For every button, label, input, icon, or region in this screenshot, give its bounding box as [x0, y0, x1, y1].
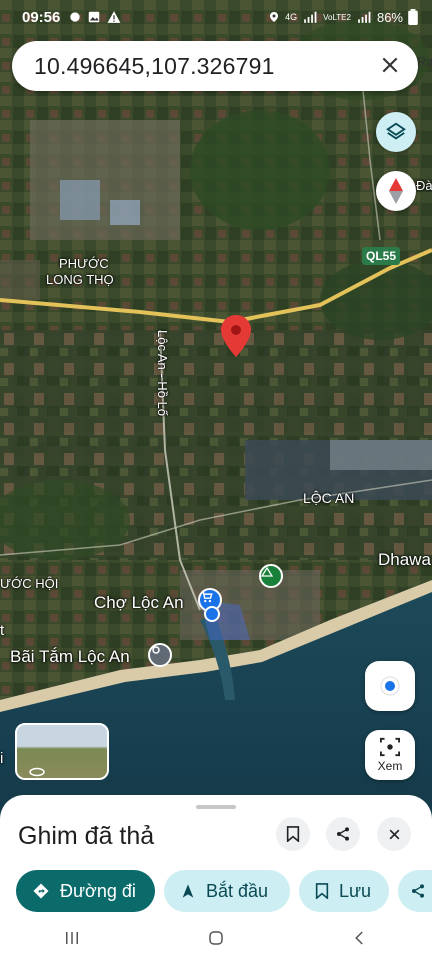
place-photo-thumbnail[interactable]: [15, 723, 109, 780]
map-label-phuoc: PHƯỚC: [59, 256, 109, 271]
share-icon: [337, 827, 349, 841]
my-location-button[interactable]: [365, 661, 415, 711]
signal-2-icon: [358, 11, 371, 23]
signal-icon: [304, 11, 317, 23]
sheet-drag-handle[interactable]: [196, 805, 236, 809]
map-label-loc-an: LỘC AN: [303, 490, 355, 506]
current-location-dot: [204, 606, 220, 622]
gallery-icon: [89, 11, 100, 23]
poi-label-cho-loc-an[interactable]: Chợ Lộc An: [94, 593, 184, 613]
highway-shield-ql55: QL55: [362, 247, 401, 265]
save-label: Lưu: [339, 880, 372, 901]
street-view-icon: [380, 737, 400, 757]
save-button[interactable]: Lưu: [299, 870, 389, 912]
back-icon[interactable]: [351, 929, 369, 947]
close-sheet-button[interactable]: [377, 817, 411, 851]
street-view-label: Xem: [377, 759, 403, 773]
directions-icon: [33, 883, 49, 899]
share-chip-button[interactable]: [398, 870, 432, 912]
status-bar: 09:56 4G VoLTE2 86%: [0, 0, 432, 34]
my-location-icon: [380, 676, 400, 696]
status-time: 09:56: [22, 8, 61, 26]
map-label-top-right-2: Đà: [416, 178, 432, 193]
directions-label: Đường đi: [60, 880, 136, 901]
save-bookmark-button[interactable]: [276, 817, 310, 851]
location-icon: [270, 12, 279, 22]
map-label-left-edge: t: [0, 622, 5, 639]
share-icon: [412, 884, 424, 898]
search-query[interactable]: 10.496645,107.326791: [34, 53, 380, 80]
compass-button[interactable]: [376, 171, 416, 211]
notification-dot-icon: [70, 12, 81, 22]
map-label-road-loc-an-ho-lo: Lộc An - Hồ Lố: [155, 330, 170, 416]
recent-apps-icon[interactable]: [63, 929, 81, 947]
battery-percent: 86%: [376, 9, 403, 25]
poi-label-bai-tam-loc-an[interactable]: Bãi Tắm Lộc An: [10, 647, 130, 667]
share-button[interactable]: [326, 817, 360, 851]
close-icon: [389, 829, 399, 839]
map-label-long-tho: LONG THỌ: [46, 272, 114, 287]
directions-button[interactable]: Đường đi: [16, 870, 155, 912]
campground-icon[interactable]: [259, 564, 283, 588]
warning-icon: [107, 11, 121, 23]
battery-icon: [408, 9, 418, 25]
bookmark-icon: [286, 826, 300, 842]
dropped-pin-icon[interactable]: [221, 315, 251, 357]
home-icon[interactable]: [207, 929, 225, 947]
navigation-arrow-icon: [182, 884, 194, 898]
network-type: 4G: [285, 12, 298, 22]
layers-icon: [386, 122, 406, 140]
volte-label: VoLTE2: [323, 12, 351, 22]
map-label-top-right-1: Ra: [417, 54, 432, 69]
map-label-dhawa: Dhawa: [378, 550, 431, 569]
start-button[interactable]: Bắt đầu: [164, 870, 290, 912]
bookmark-icon: [315, 883, 329, 899]
system-nav-bar: [0, 915, 432, 960]
close-icon: [382, 57, 398, 72]
map-label-left-edge-2: i: [0, 750, 4, 767]
start-label: Bắt đầu: [206, 880, 269, 901]
place-title: Ghim đã thả: [18, 822, 155, 850]
layers-button[interactable]: [376, 112, 416, 152]
street-view-button[interactable]: Xem: [365, 730, 415, 780]
map-label-phuoc-hoi: ƯỚC HỘI: [0, 576, 59, 591]
compass-icon: [389, 178, 403, 204]
search-bar[interactable]: 10.496645,107.326791: [12, 41, 418, 91]
close-search-button[interactable]: [380, 51, 400, 82]
place-pin-icon[interactable]: [148, 643, 172, 667]
360-icon: [29, 767, 45, 777]
